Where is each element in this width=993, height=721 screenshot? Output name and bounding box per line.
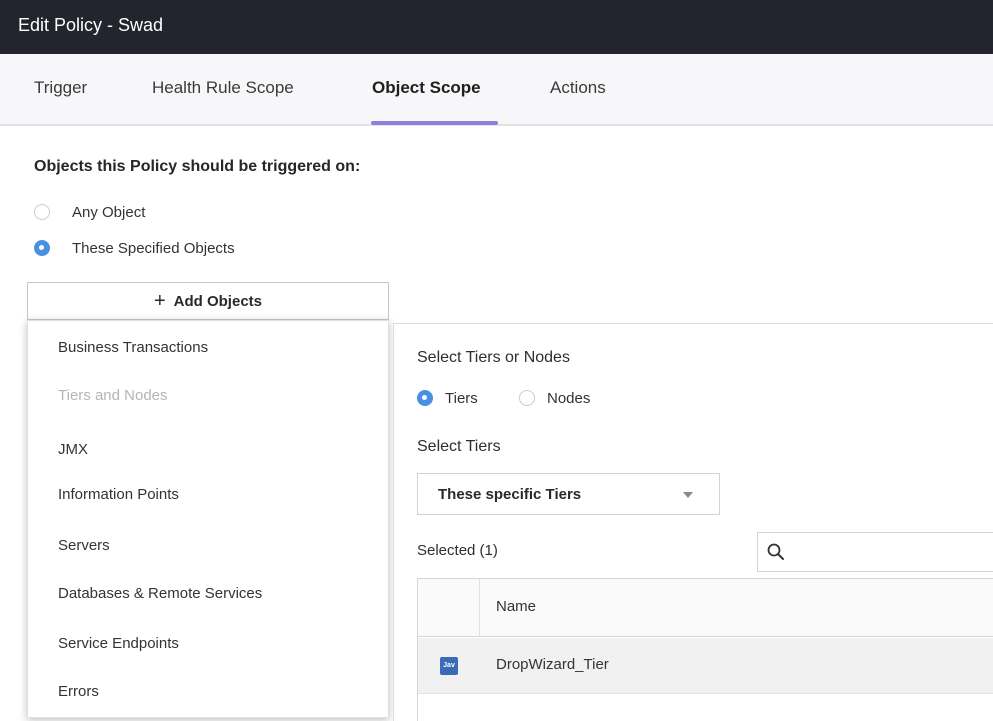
table-row[interactable]: Jav DropWizard_Tier xyxy=(418,638,993,694)
tab-trigger[interactable]: Trigger xyxy=(34,78,87,98)
tiers-radio[interactable] xyxy=(417,390,433,406)
nodes-radio[interactable] xyxy=(519,390,535,406)
specified-objects-label: These Specified Objects xyxy=(72,239,235,257)
tab-health-rule-scope[interactable]: Health Rule Scope xyxy=(152,78,294,98)
menu-item-jmx[interactable]: JMX xyxy=(58,441,88,458)
select-tiers-label: Select Tiers xyxy=(417,438,501,455)
tiers-table: Name Jav DropWizard_Tier xyxy=(417,578,993,721)
menu-item-information-points[interactable]: Information Points xyxy=(58,486,179,503)
tiers-option[interactable]: Tiers xyxy=(417,388,478,408)
selected-count: Selected (1) xyxy=(417,542,498,559)
menu-item-servers[interactable]: Servers xyxy=(58,537,110,554)
tab-object-scope[interactable]: Object Scope xyxy=(372,78,481,98)
tab-bar: Trigger Health Rule Scope Object Scope A… xyxy=(0,54,993,126)
menu-item-service-endpoints[interactable]: Service Endpoints xyxy=(58,635,179,652)
specified-objects-radio[interactable] xyxy=(34,240,50,256)
title-bar: Edit Policy - Swad xyxy=(0,0,993,54)
select-tiers-or-nodes-label: Select Tiers or Nodes xyxy=(417,349,570,366)
search-icon xyxy=(767,543,784,560)
name-column-header: Name xyxy=(496,598,537,615)
any-object-radio[interactable] xyxy=(34,204,50,220)
add-objects-menu: Business Transactions Tiers and Nodes JM… xyxy=(27,320,389,718)
chevron-down-icon xyxy=(683,492,693,498)
tiers-select[interactable]: These specific Tiers xyxy=(417,473,720,515)
search-input[interactable] xyxy=(757,532,993,572)
tiers-select-value: These specific Tiers xyxy=(438,486,582,503)
java-tier-icon: Jav xyxy=(440,657,458,675)
menu-item-errors[interactable]: Errors xyxy=(58,683,99,700)
window-title: Edit Policy - Swad xyxy=(18,15,164,35)
any-object-option[interactable]: Any Object xyxy=(34,202,145,222)
plus-icon: + xyxy=(153,290,166,312)
active-tab-indicator xyxy=(371,121,498,125)
scope-heading: Objects this Policy should be triggered … xyxy=(34,158,361,175)
tab-actions[interactable]: Actions xyxy=(550,78,606,98)
tiers-radio-label: Tiers xyxy=(445,389,478,407)
specified-objects-option[interactable]: These Specified Objects xyxy=(34,238,235,258)
add-objects-label: Add Objects xyxy=(173,292,263,310)
nodes-radio-label: Nodes xyxy=(547,389,591,407)
select-column-header xyxy=(418,579,480,637)
menu-item-tiers-and-nodes: Tiers and Nodes xyxy=(58,387,168,404)
table-header: Name xyxy=(418,579,993,637)
tier-name: DropWizard_Tier xyxy=(496,656,609,673)
any-object-label: Any Object xyxy=(72,203,146,221)
menu-item-databases-remote-services[interactable]: Databases & Remote Services xyxy=(58,585,262,602)
menu-item-business-transactions[interactable]: Business Transactions xyxy=(58,339,208,356)
nodes-option[interactable]: Nodes xyxy=(519,388,590,408)
add-objects-button[interactable]: + Add Objects xyxy=(27,282,389,320)
